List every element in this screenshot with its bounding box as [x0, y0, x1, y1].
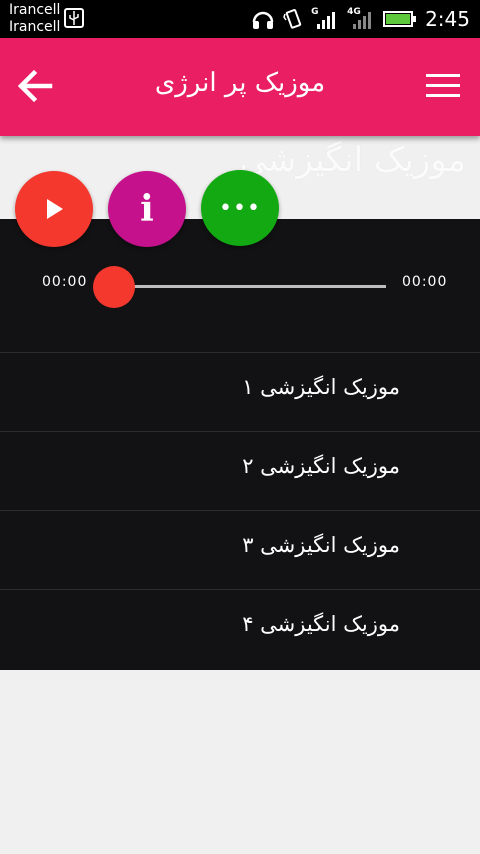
- app-bar: موزیک پر انرژی: [0, 38, 480, 136]
- carrier-2: Irancell: [9, 19, 61, 35]
- player-panel: 00:00 00:00 موزیک انگیزشی ۱ موزیک انگیزش…: [0, 219, 480, 670]
- vibrate-icon: [283, 9, 302, 29]
- track-label: موزیک انگیزشی ۴: [242, 612, 400, 636]
- usb-icon: [64, 8, 84, 28]
- status-bar: Irancell Irancell G 4G 2:45: [0, 0, 480, 38]
- info-icon: i: [140, 188, 154, 230]
- status-icons: G 4G 2:45: [251, 0, 470, 38]
- hamburger-menu-icon: [426, 74, 460, 77]
- back-button[interactable]: [14, 66, 56, 108]
- list-item[interactable]: موزیک انگیزشی ۴: [0, 589, 480, 668]
- battery-icon: [383, 11, 417, 27]
- carrier-names: Irancell Irancell: [9, 2, 60, 36]
- list-item[interactable]: موزیک انگیزشی ۱: [0, 352, 480, 431]
- clock: 2:45: [425, 7, 470, 31]
- seek-thumb[interactable]: [93, 266, 135, 308]
- page-title: موزیک پر انرژی: [154, 68, 326, 98]
- info-button[interactable]: i: [108, 171, 186, 247]
- list-item[interactable]: موزیک انگیزشی ۲: [0, 431, 480, 510]
- arrow-left-icon: [17, 69, 53, 103]
- header-watermark: موزیک انگیزشی: [239, 140, 466, 180]
- track-list: موزیک انگیزشی ۱ موزیک انگیزشی ۲ موزیک ان…: [0, 352, 480, 668]
- track-label: موزیک انگیزشی ۱: [242, 375, 400, 399]
- play-icon: [47, 199, 63, 219]
- seek-bar[interactable]: [114, 285, 386, 288]
- more-button[interactable]: •••: [201, 170, 279, 246]
- elapsed-time: 00:00: [42, 274, 88, 290]
- total-duration: 00:00: [402, 274, 448, 290]
- list-item[interactable]: موزیک انگیزشی ۳: [0, 510, 480, 589]
- play-button[interactable]: [15, 171, 93, 247]
- track-label: موزیک انگیزشی ۳: [242, 533, 400, 557]
- carrier-1: Irancell: [9, 2, 61, 18]
- menu-button[interactable]: [426, 74, 460, 100]
- more-dots-icon: •••: [219, 195, 261, 221]
- headset-icon: [252, 11, 274, 29]
- signal-1-icon: G: [311, 7, 339, 31]
- signal-2-icon: 4G: [347, 7, 375, 31]
- track-label: موزیک انگیزشی ۲: [242, 454, 400, 478]
